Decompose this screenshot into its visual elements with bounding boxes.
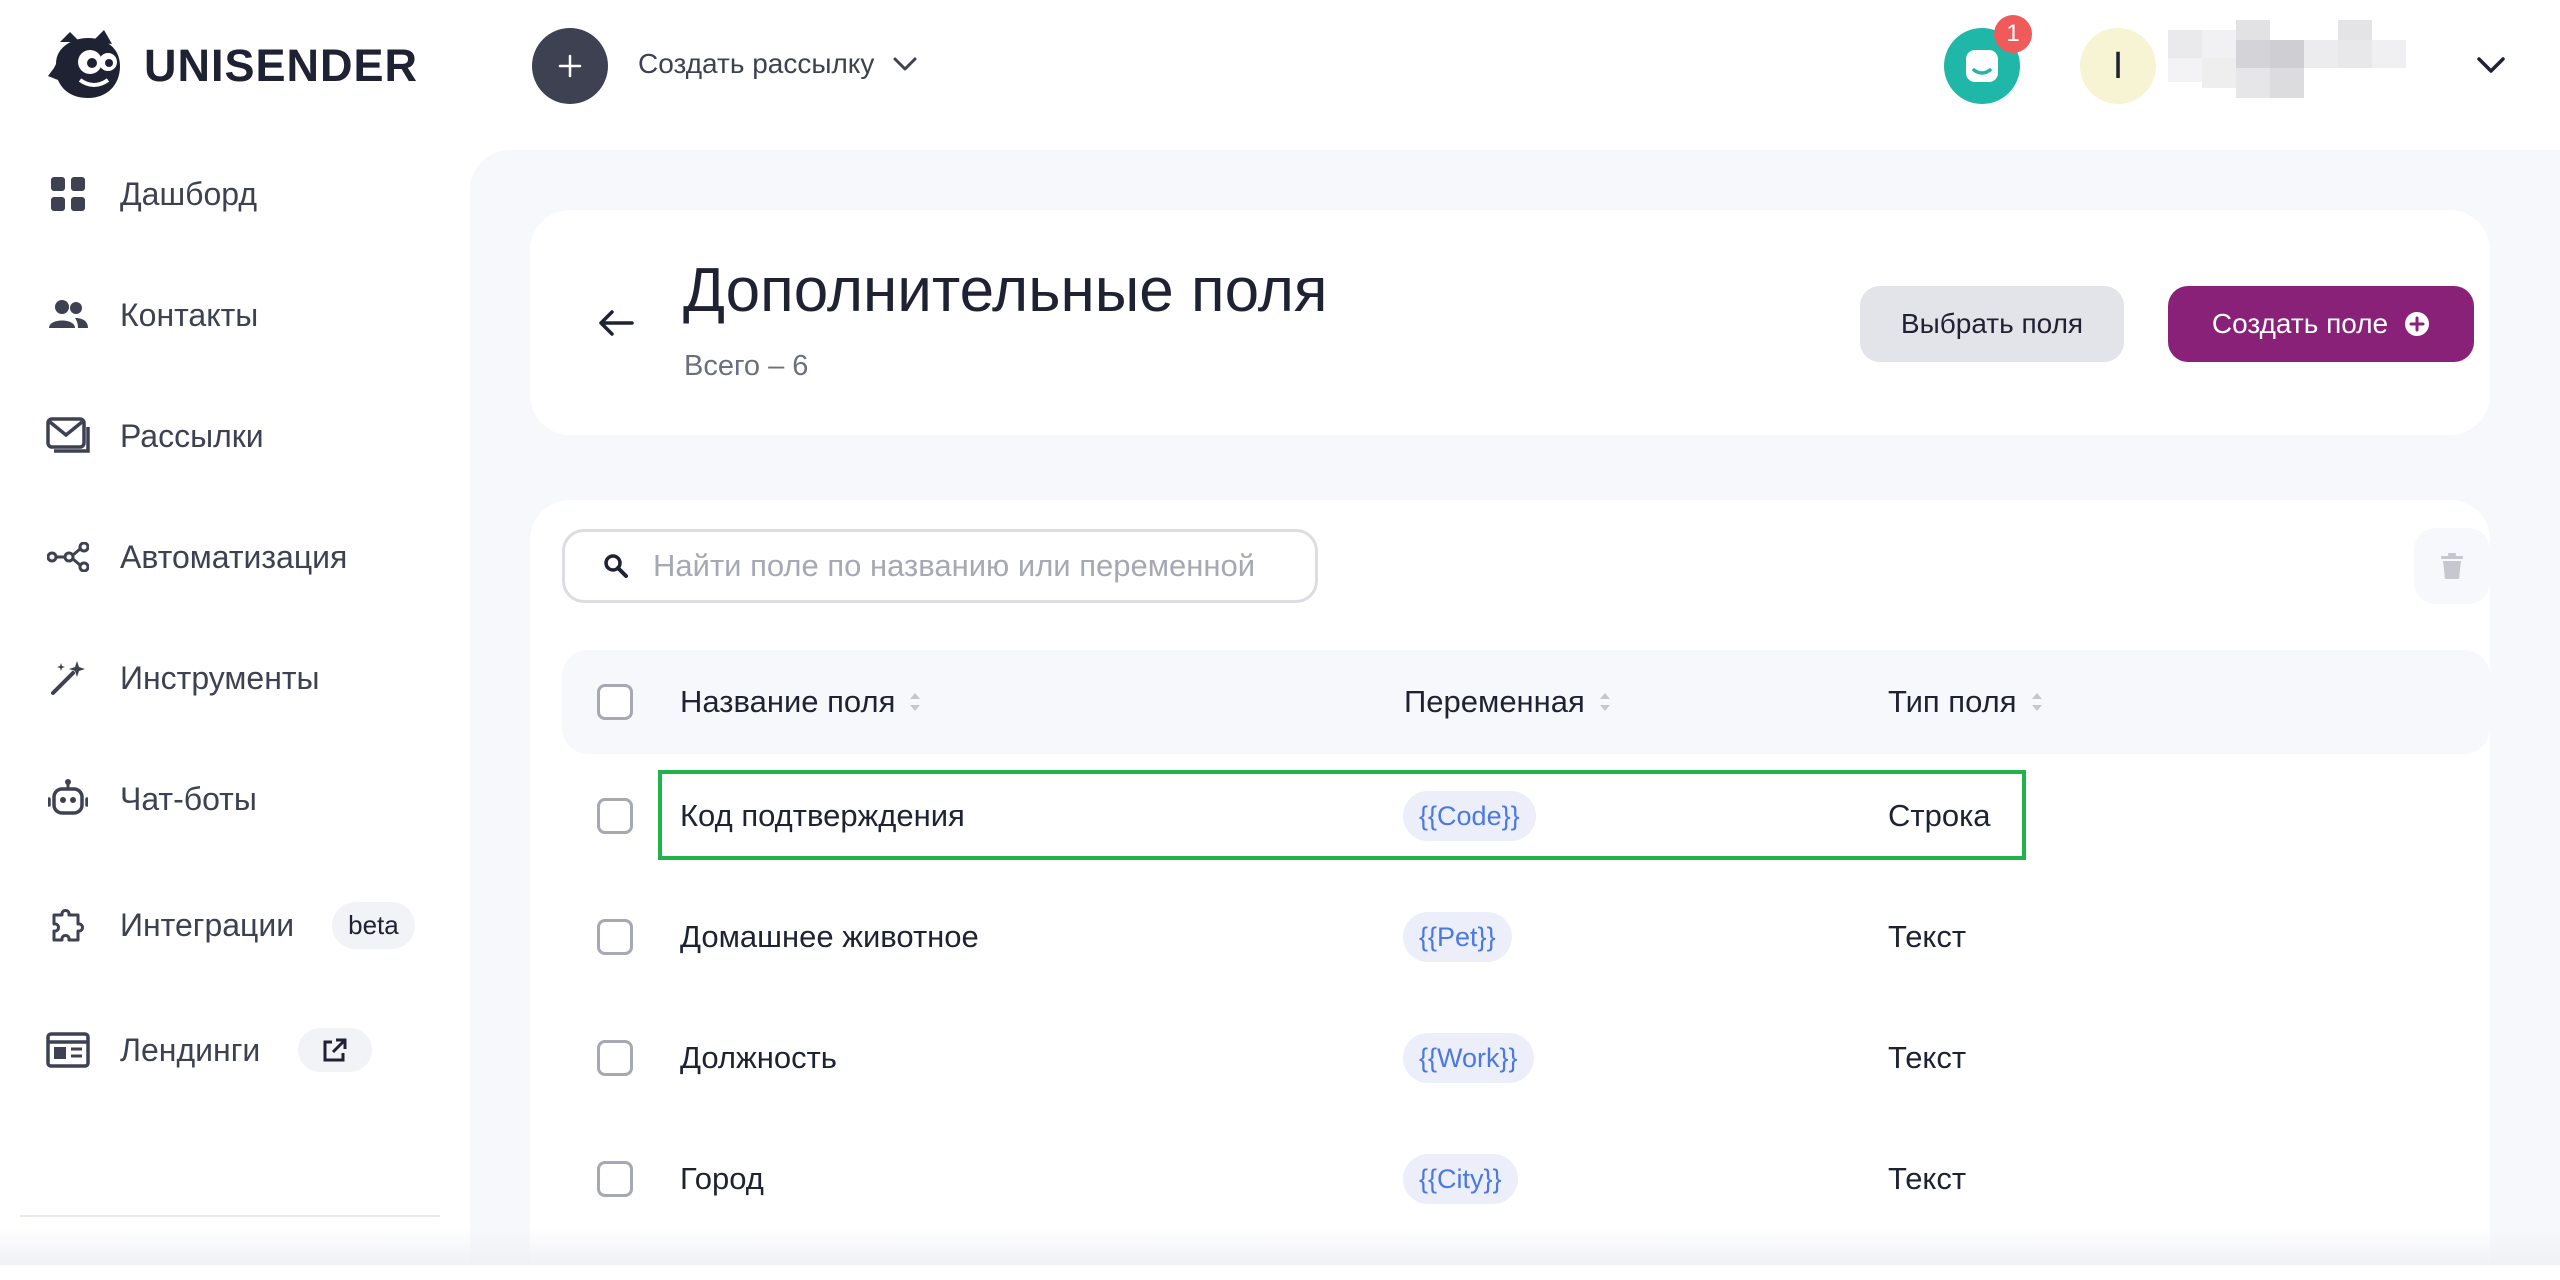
- logo[interactable]: UNISENDER: [46, 28, 418, 104]
- sidebar-divider: [20, 1215, 440, 1217]
- landing-icon: [46, 1028, 90, 1072]
- variable-chip[interactable]: {{Code}}: [1403, 791, 1536, 841]
- select-fields-button[interactable]: Выбрать поля: [1860, 286, 2124, 362]
- bot-icon: [46, 777, 90, 821]
- sidebar-item-dashboard[interactable]: Дашборд: [46, 159, 446, 229]
- sidebar-item-integrations[interactable]: Интеграции beta: [46, 890, 446, 960]
- create-campaign-label: Создать рассылку: [638, 48, 875, 79]
- sidebar-item-automation[interactable]: Автоматизация: [46, 522, 446, 592]
- back-arrow-icon[interactable]: [598, 308, 634, 338]
- create-field-button[interactable]: Создать поле: [2168, 286, 2474, 362]
- avatar[interactable]: I: [2080, 28, 2156, 104]
- page-subtitle: Всего – 6: [684, 350, 809, 382]
- create-campaign-button[interactable]: [532, 28, 608, 104]
- sidebar-item-label: Рассылки: [120, 417, 264, 454]
- sidebar-item-label: Чат-боты: [120, 780, 257, 817]
- column-header-label: Название поля: [680, 684, 896, 719]
- sidebar-item-label: Автоматизация: [120, 538, 348, 575]
- page-title: Дополнительные поля: [683, 256, 1328, 325]
- create-campaign-dropdown[interactable]: Создать рассылку: [638, 48, 918, 80]
- sidebar-item-label: Интеграции: [120, 906, 295, 943]
- field-type: Текст: [1888, 1161, 1967, 1196]
- sidebar-item-landings[interactable]: Лендинги: [46, 1015, 446, 1085]
- mascot-logo-icon: [48, 30, 120, 98]
- mail-icon: [46, 414, 90, 458]
- plus-circle-icon: [2405, 312, 2430, 336]
- beta-badge: beta: [332, 901, 415, 949]
- field-type: Строка: [1888, 798, 1991, 833]
- variable-chip[interactable]: {{Work}}: [1403, 1033, 1534, 1083]
- bottom-fade: [0, 1228, 2560, 1265]
- sidebar-item-campaigns[interactable]: Рассылки: [46, 401, 446, 471]
- search-icon: [604, 554, 628, 578]
- user-menu-chevron-icon[interactable]: [2474, 50, 2508, 80]
- magic-wand-icon: [46, 656, 90, 700]
- search-input[interactable]: [651, 547, 1291, 585]
- dashboard-icon: [46, 172, 90, 216]
- sort-icon: [910, 693, 921, 711]
- sidebar-item-contacts[interactable]: Контакты: [46, 280, 446, 350]
- chevron-down-icon: [893, 57, 917, 71]
- row-checkbox[interactable]: [597, 798, 633, 834]
- automation-icon: [46, 535, 90, 579]
- field-name[interactable]: Должность: [680, 1040, 837, 1076]
- sort-icon: [1599, 693, 1610, 711]
- chat-icon: [1966, 50, 1998, 82]
- sidebar-item-label: Контакты: [120, 296, 259, 333]
- row-checkbox[interactable]: [597, 1040, 633, 1076]
- variable-chip[interactable]: {{Pet}}: [1403, 912, 1512, 962]
- field-name[interactable]: Код подтверждения: [680, 798, 965, 834]
- field-type: Текст: [1888, 919, 1967, 954]
- top-bar: UNISENDER Создать рассылку 1 I: [0, 0, 2560, 135]
- sidebar: Дашборд Контакты Рассылки Автоматизация …: [0, 135, 470, 1265]
- notification-badge: 1: [1994, 15, 2032, 53]
- sidebar-item-label: Лендинги: [120, 1031, 261, 1068]
- user-name-blurred: [2168, 20, 2428, 98]
- create-field-label: Создать поле: [2211, 308, 2389, 339]
- select-all-checkbox[interactable]: [597, 684, 633, 720]
- column-header-name[interactable]: Название поля: [680, 684, 923, 720]
- puzzle-icon: [46, 903, 90, 947]
- column-header-variable[interactable]: Переменная: [1404, 684, 1613, 720]
- external-link-button[interactable]: [298, 1028, 373, 1072]
- sidebar-item-chatbots[interactable]: Чат-боты: [46, 764, 446, 834]
- field-name[interactable]: Город: [680, 1161, 764, 1197]
- row-checkbox[interactable]: [597, 1161, 633, 1197]
- sort-icon: [2031, 693, 2042, 711]
- column-header-label: Тип поля: [1888, 684, 2017, 719]
- logo-text: UNISENDER: [144, 40, 419, 91]
- column-header-type[interactable]: Тип поля: [1888, 684, 2045, 720]
- sidebar-item-tools[interactable]: Инструменты: [46, 643, 446, 713]
- trash-icon: [2441, 553, 2463, 579]
- plus-icon: [558, 54, 582, 78]
- search-field[interactable]: [562, 529, 1318, 603]
- field-name[interactable]: Домашнее животное: [680, 919, 979, 955]
- sidebar-item-label: Дашборд: [120, 175, 257, 212]
- variable-chip[interactable]: {{City}}: [1403, 1154, 1518, 1204]
- sidebar-item-label: Инструменты: [120, 659, 320, 696]
- field-type: Текст: [1888, 1040, 1967, 1075]
- delete-button[interactable]: [2414, 528, 2490, 604]
- row-checkbox[interactable]: [597, 919, 633, 955]
- column-header-label: Переменная: [1404, 684, 1585, 719]
- external-link-icon: [323, 1038, 347, 1062]
- contacts-icon: [46, 293, 90, 337]
